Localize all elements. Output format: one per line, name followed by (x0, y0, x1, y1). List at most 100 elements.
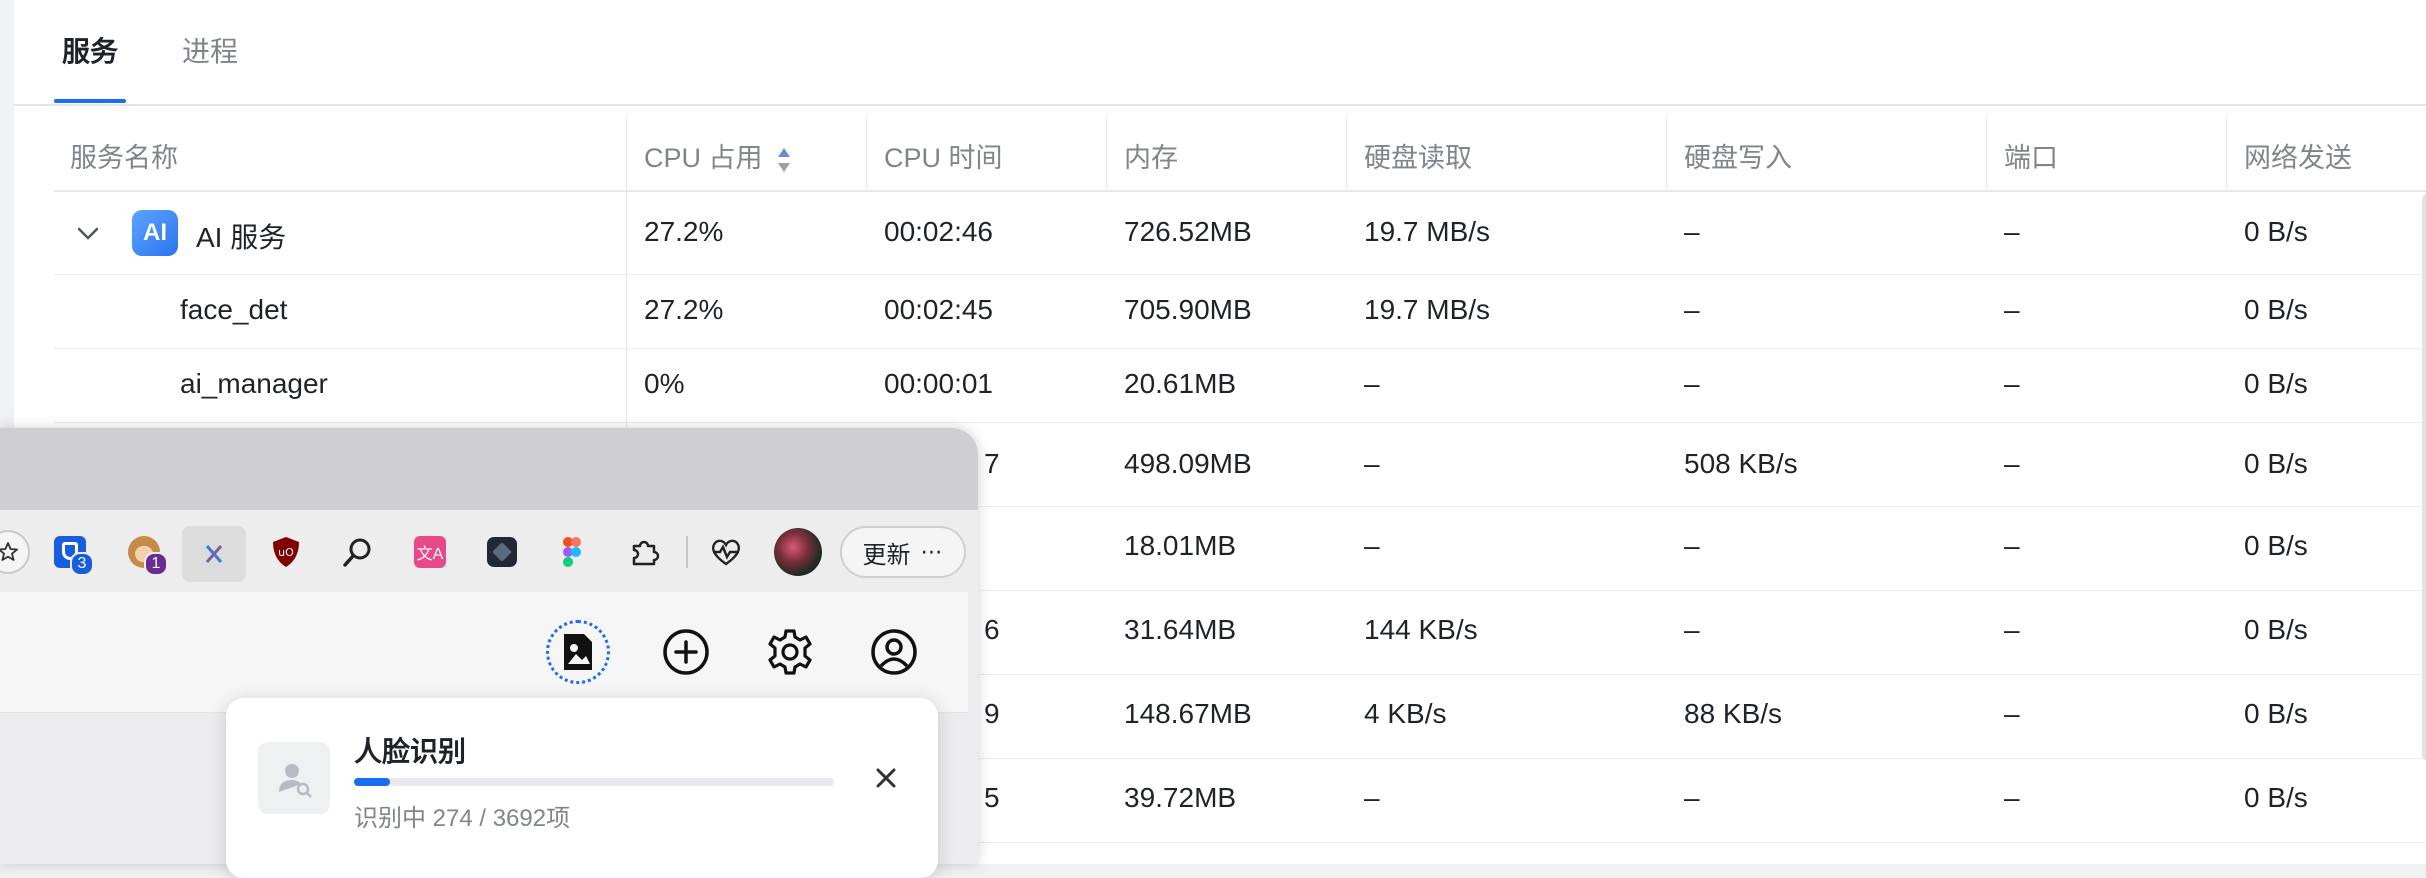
disk-write: – (1684, 294, 1700, 325)
cpu-time: 00:02:46 (884, 216, 993, 247)
header-disk-write[interactable]: 硬盘写入 (1684, 136, 1792, 175)
cpu-usage: 27.2% (644, 216, 724, 247)
header-port[interactable]: 端口 (2004, 136, 2058, 175)
header-service-name[interactable]: 服务名称 (70, 136, 178, 175)
memory: 705.90MB (1124, 294, 1252, 325)
net-send: 0 B/s (2244, 782, 2308, 813)
toolbar-divider (686, 536, 688, 568)
column-divider[interactable] (866, 116, 867, 188)
browser-titlebar[interactable] (0, 428, 978, 510)
table-row[interactable]: ai_manager 0% 00:00:01 20.61MB – – – 0 B… (54, 348, 2426, 423)
header-cpu-time[interactable]: CPU 时间 (884, 136, 1003, 175)
memory: 726.52MB (1124, 216, 1252, 247)
dark-cube-icon[interactable] (482, 532, 522, 572)
port: – (2004, 530, 2020, 561)
cpu-time: 5 (984, 782, 1000, 813)
port: – (2004, 448, 2020, 479)
disk-write: – (1684, 216, 1700, 247)
disk-read: 4 KB/s (1364, 698, 1447, 729)
port: – (2004, 782, 2020, 813)
service-name: AI 服务 (196, 222, 287, 253)
sort-icon (778, 147, 791, 172)
ublock-icon[interactable]: uO (266, 532, 306, 572)
face-search-icon (258, 742, 330, 814)
header-net-send[interactable]: 网络发送 (2244, 136, 2352, 175)
health-icon[interactable] (706, 532, 746, 572)
table-row-group[interactable]: AI AI 服务 27.2% 00:02:46 726.52MB 19.7 MB… (54, 192, 2426, 275)
cpu-time: 6 (984, 614, 1000, 645)
tab-bar: 服务 进程 (14, 0, 2426, 106)
net-send: 0 B/s (2244, 698, 2308, 729)
memory: 148.67MB (1124, 698, 1252, 729)
disk-read: 19.7 MB/s (1364, 216, 1491, 247)
cpu-usage: 0% (644, 368, 685, 399)
badge-count: 1 (144, 552, 168, 576)
disk-write: 508 KB/s (1684, 448, 1798, 479)
account-icon[interactable] (866, 624, 922, 680)
figma-icon[interactable] (552, 532, 592, 572)
port: – (2004, 216, 2020, 247)
header-disk-read[interactable]: 硬盘读取 (1364, 136, 1472, 175)
disk-read: – (1364, 782, 1380, 813)
memory: 18.01MB (1124, 530, 1237, 561)
cpu-time: 7 (984, 448, 1000, 479)
memory: 498.09MB (1124, 448, 1252, 479)
column-divider[interactable] (2226, 116, 2227, 188)
search-icon[interactable] (338, 532, 378, 572)
disk-read: – (1364, 368, 1380, 399)
disk-write: – (1684, 368, 1700, 399)
profile-avatar-icon[interactable] (774, 528, 822, 576)
update-label: 更新 (862, 541, 911, 569)
table-row[interactable]: face_det 27.2% 00:02:45 705.90MB 19.7 MB… (54, 274, 2426, 349)
service-name: ai_manager (180, 368, 328, 399)
tab-services[interactable]: 服务 (62, 30, 118, 70)
bitwarden-icon[interactable]: 3 (50, 532, 94, 576)
x-extension-icon[interactable] (182, 526, 246, 582)
memory: 31.64MB (1124, 614, 1237, 645)
column-divider[interactable] (1986, 116, 1987, 188)
puzzle-icon[interactable] (624, 532, 664, 572)
net-send: 0 B/s (2244, 614, 2308, 645)
tab-processes[interactable]: 进程 (182, 30, 238, 70)
column-divider[interactable] (1666, 116, 1667, 188)
net-send: 0 B/s (2244, 216, 2308, 247)
table-header: 服务名称 CPU 占用 CPU 时间 内存 硬盘读取 硬盘写入 端口 网络发送 (54, 116, 2426, 192)
disk-read: – (1364, 448, 1380, 479)
column-divider[interactable] (1346, 116, 1347, 188)
vertical-scrollbar[interactable] (2422, 194, 2426, 760)
net-send: 0 B/s (2244, 294, 2308, 325)
tampermonkey-icon[interactable]: 1 (124, 532, 168, 576)
header-cpu-usage[interactable]: CPU 占用 (644, 136, 792, 175)
active-tab-indicator (54, 99, 126, 103)
face-recognition-popup: 人脸识别 识别中 274 / 3692项 (226, 698, 938, 878)
popup-title: 人脸识别 (354, 736, 467, 767)
settings-icon[interactable] (762, 624, 818, 680)
disk-write: 88 KB/s (1684, 698, 1783, 729)
port: – (2004, 698, 2020, 729)
add-icon[interactable] (658, 624, 714, 680)
cpu-time: 9 (984, 698, 1000, 729)
disk-write: – (1684, 782, 1700, 813)
photo-upload-icon[interactable] (546, 620, 610, 684)
progress-fill (354, 778, 390, 786)
more-icon: ⋯ (920, 539, 944, 564)
column-divider[interactable] (1106, 116, 1107, 188)
progress-status: 识别中 274 / 3692项 (354, 805, 571, 832)
net-send: 0 B/s (2244, 368, 2308, 399)
update-button[interactable]: 更新 ⋯ (840, 526, 966, 578)
chevron-down-icon[interactable] (76, 226, 100, 242)
header-cpu-usage-label: CPU 占用 (644, 143, 763, 173)
cpu-time: 00:02:45 (884, 294, 993, 325)
app-header (0, 592, 968, 713)
service-name: face_det (180, 294, 288, 325)
svg-text:uO: uO (278, 546, 294, 559)
close-icon[interactable] (870, 762, 902, 794)
memory: 20.61MB (1124, 368, 1237, 399)
translate-icon[interactable]: 文A (410, 532, 450, 572)
header-memory[interactable]: 内存 (1124, 136, 1178, 175)
net-send: 0 B/s (2244, 530, 2308, 561)
memory: 39.72MB (1124, 782, 1237, 813)
ai-app-icon: AI (132, 210, 178, 256)
badge-count: 3 (70, 552, 94, 576)
star-icon[interactable] (0, 530, 30, 574)
